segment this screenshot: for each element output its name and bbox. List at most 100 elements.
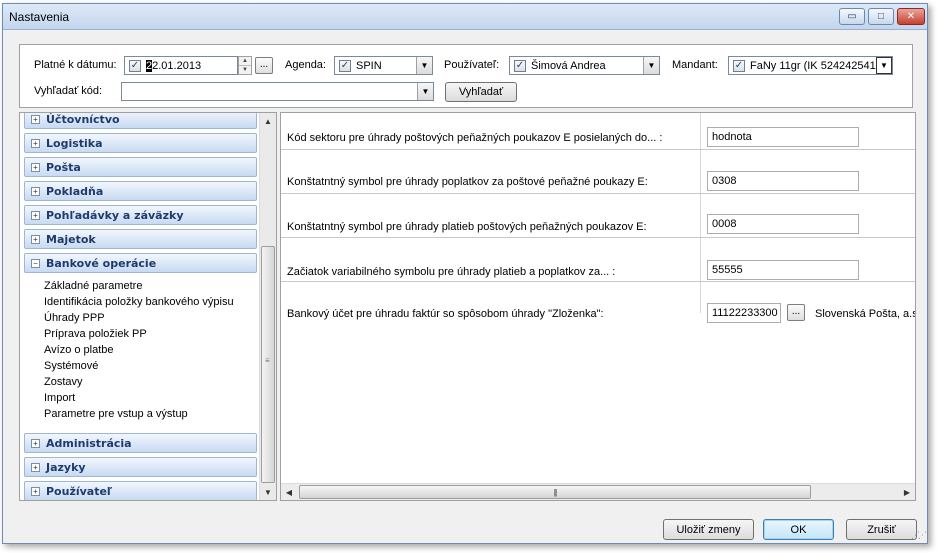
nav-group-uctovnictvo[interactable]: + Účtovníctvo <box>24 113 257 129</box>
nav-subitem[interactable]: Zostavy <box>44 376 83 388</box>
nav-subitem[interactable]: Základné parametre <box>44 280 142 292</box>
date-picker-button[interactable]: ... <box>255 57 273 74</box>
ok-button[interactable]: OK <box>763 519 834 540</box>
agenda-value: SPIN <box>356 59 382 72</box>
expand-icon[interactable]: + <box>31 162 40 172</box>
nav-group-majetok[interactable]: + Majetok <box>24 229 257 249</box>
date-checkbox[interactable]: ✓ <box>129 59 141 72</box>
nav-group-logistika[interactable]: + Logistika <box>24 133 257 153</box>
setting-row: Konštatntný symbol pre úhrady poplatkov … <box>281 150 915 194</box>
chevron-down-icon[interactable]: ▼ <box>876 57 892 74</box>
nav-subitem[interactable]: Parametre pre vstup a výstup <box>44 408 188 420</box>
chevron-down-icon[interactable]: ▼ <box>416 57 432 74</box>
expand-icon[interactable]: + <box>31 114 40 124</box>
chevron-down-icon[interactable]: ▼ <box>643 57 659 74</box>
agenda-select[interactable]: ✓ SPIN ▼ <box>334 56 433 75</box>
close-icon: ✕ <box>906 10 916 22</box>
user-label: Používateľ: <box>444 59 500 71</box>
settings-window: Nastavenia ▭ □ ✕ Platné k dátumu: ✓ 22.0… <box>2 3 928 544</box>
nav-group-pohladavky[interactable]: + Pohľadávky a záväzky <box>24 205 257 225</box>
category-list: + Účtovníctvo + Logistika + Pošta + Pokladňa… <box>20 113 260 500</box>
scroll-down-icon[interactable]: ▼ <box>260 484 276 500</box>
expand-icon[interactable]: + <box>31 138 40 148</box>
collapse-icon[interactable]: − <box>31 258 40 268</box>
nav-group-pokladna[interactable]: + Pokladňa <box>24 181 257 201</box>
scroll-up-icon[interactable]: ▲ <box>260 113 276 129</box>
scroll-thumb[interactable]: ||| <box>299 485 811 499</box>
setting-value-field[interactable]: hodnota <box>707 127 859 147</box>
settings-hscrollbar[interactable]: ◀ ||| ▶ <box>281 483 915 500</box>
expand-icon[interactable]: + <box>31 210 40 220</box>
user-value: Šimová Andrea <box>531 59 606 72</box>
setting-row: Bankový účet pre úhradu faktúr so spôsob… <box>281 282 915 326</box>
scroll-right-icon[interactable]: ▶ <box>899 484 915 500</box>
agenda-checkbox[interactable]: ✓ <box>339 59 351 72</box>
user-select[interactable]: ✓ Šimová Andrea ▼ <box>509 56 660 75</box>
nav-scrollbar[interactable]: ▲ ≡ ▼ <box>259 113 276 500</box>
setting-value-field[interactable]: 55555 <box>707 260 859 280</box>
cancel-button[interactable]: Zrušiť <box>846 519 917 540</box>
nav-subitem[interactable]: Avízo o platbe <box>44 344 114 356</box>
mandant-value: FaNy 11gr (IK 524242541 <box>750 59 876 72</box>
search-input[interactable]: ▼ <box>121 82 434 101</box>
mandant-select[interactable]: ✓ FaNy 11gr (IK 524242541 ▼ <box>728 56 893 75</box>
setting-row: Začiatok variabilného symbolu pre úhrady… <box>281 238 915 282</box>
date-label: Platné k dátumu: <box>34 59 117 71</box>
expand-icon[interactable]: + <box>31 186 40 196</box>
spin-up-icon[interactable]: ▲ <box>239 57 251 66</box>
nav-subitem[interactable]: Príprava položiek PP <box>44 328 147 340</box>
maximize-button[interactable]: □ <box>868 8 894 25</box>
expand-icon[interactable]: + <box>31 486 40 496</box>
setting-value-field[interactable]: 11122233300 <box>707 303 781 323</box>
nav-group-bankove-operacie[interactable]: − Bankové operácie <box>24 253 257 273</box>
date-value: 22.01.2013 <box>146 59 202 72</box>
setting-label: Konštatntný symbol pre úhrady poplatkov … <box>287 176 648 188</box>
save-changes-button[interactable]: Uložiť zmeny <box>663 519 754 540</box>
agenda-label: Agenda: <box>285 59 326 71</box>
scroll-thumb[interactable]: ≡ <box>261 246 275 483</box>
settings-grid: Kód sektoru pre úhrady poštových peňažný… <box>280 112 916 501</box>
resize-grip-icon[interactable]: ⋰⋰ <box>911 530 927 541</box>
nav-subitem[interactable]: Systémové <box>44 360 98 372</box>
setting-row: Kód sektoru pre úhrady poštových peňažný… <box>281 113 915 150</box>
window-title: Nastavenia <box>9 10 70 24</box>
nav-subitem[interactable]: Import <box>44 392 75 404</box>
mandant-checkbox[interactable]: ✓ <box>733 59 745 72</box>
account-lookup-button[interactable]: ... <box>787 304 805 321</box>
grip-icon: ||| <box>553 487 557 497</box>
account-bank-name: Slovenská Pošta, a.s <box>815 308 916 320</box>
expand-icon[interactable]: + <box>31 234 40 244</box>
nav-subitem[interactable]: Identifikácia položky bankového výpisu <box>44 296 234 308</box>
nav-subitem-selected[interactable]: Úhrady PPP <box>44 312 105 324</box>
setting-label: Kód sektoru pre úhrady poštových peňažný… <box>287 132 663 144</box>
setting-value-field[interactable]: 0308 <box>707 171 859 191</box>
filter-panel: Platné k dátumu: ✓ 22.01.2013 ▲ ▼ ... Ag… <box>19 44 913 108</box>
mandant-label: Mandant: <box>672 59 718 71</box>
minimize-icon: ▭ <box>847 10 857 22</box>
close-button[interactable]: ✕ <box>897 8 925 25</box>
grip-icon: ≡ <box>265 356 270 365</box>
nav-group-pouzivatel[interactable]: + Používateľ <box>24 481 257 500</box>
category-nav: + Účtovníctvo + Logistika + Pošta + Pokladňa… <box>19 112 277 501</box>
expand-icon[interactable]: + <box>31 462 40 472</box>
minimize-button[interactable]: ▭ <box>839 8 865 25</box>
setting-value-field[interactable]: 0008 <box>707 214 859 234</box>
nav-group-administracia[interactable]: + Administrácia <box>24 433 257 453</box>
expand-icon[interactable]: + <box>31 438 40 448</box>
search-button[interactable]: Vyhľadať <box>445 82 517 102</box>
user-checkbox[interactable]: ✓ <box>514 59 526 72</box>
date-spinner[interactable]: ▲ ▼ <box>238 56 252 75</box>
setting-label: Začiatok variabilného symbolu pre úhrady… <box>287 266 616 278</box>
title-bar[interactable]: Nastavenia ▭ □ ✕ <box>3 4 927 30</box>
spin-down-icon[interactable]: ▼ <box>239 66 251 74</box>
nav-group-posta[interactable]: + Pošta <box>24 157 257 177</box>
setting-label: Konštatntný symbol pre úhrady platieb po… <box>287 221 647 233</box>
search-label: Vyhľadať kód: <box>34 85 103 97</box>
nav-group-jazyky[interactable]: + Jazyky <box>24 457 257 477</box>
maximize-icon: □ <box>877 10 885 22</box>
date-field[interactable]: ✓ 22.01.2013 <box>124 56 238 75</box>
setting-label: Bankový účet pre úhradu faktúr so spôsob… <box>287 308 604 320</box>
setting-row: Konštatntný symbol pre úhrady platieb po… <box>281 194 915 238</box>
chevron-down-icon[interactable]: ▼ <box>417 83 433 100</box>
scroll-left-icon[interactable]: ◀ <box>281 484 297 500</box>
